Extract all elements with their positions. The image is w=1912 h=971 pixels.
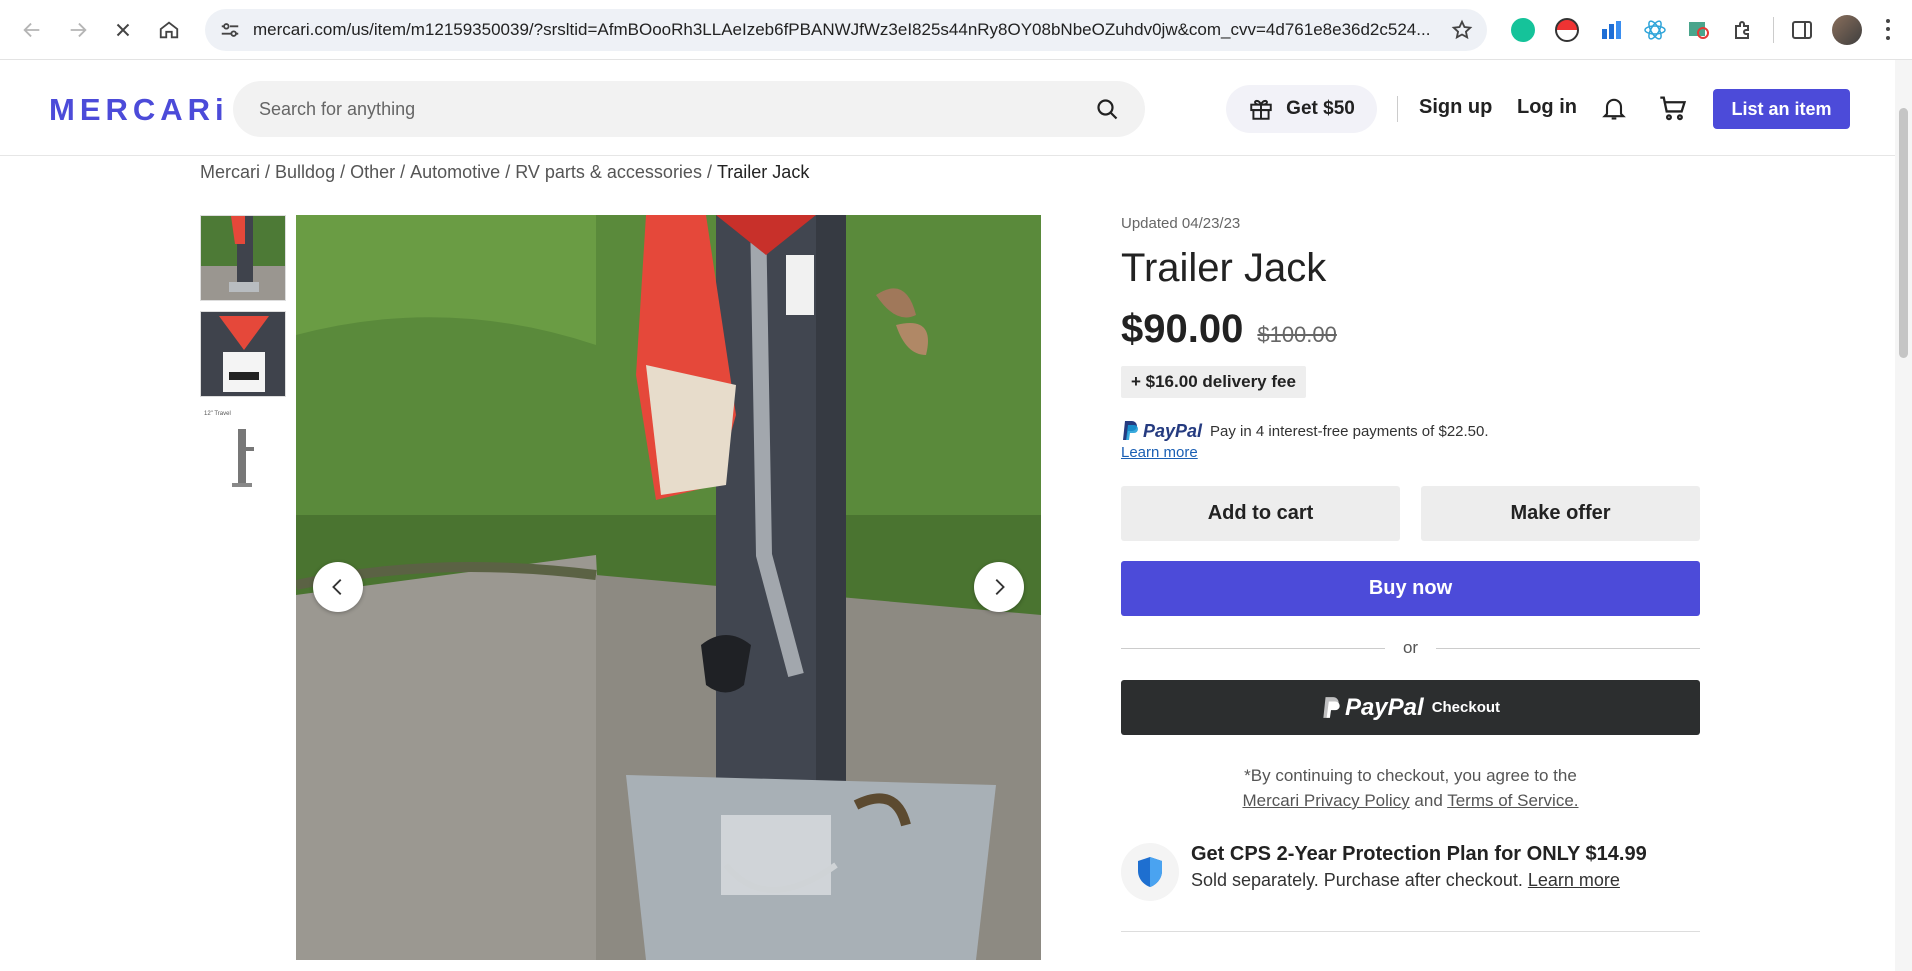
notification-bell-icon[interactable] [1600,94,1628,122]
breadcrumb-item-rv-parts[interactable]: RV parts & accessories [515,162,702,183]
browser-toolbar: mercari.com/us/item/m12159350039/?srslti… [0,0,1912,60]
paypal-brand: PayPal [1143,420,1203,441]
price-row: $90.00 $100.00 [1121,307,1700,352]
home-icon[interactable] [151,12,187,48]
paypal-p-icon [1123,421,1138,440]
delivery-fee-badge: + $16.00 delivery fee [1121,366,1306,398]
divider-line [1436,647,1700,649]
scrollbar-thumb[interactable] [1899,108,1908,358]
breadcrumb-current: Trailer Jack [716,162,810,182]
shopping-cart-icon[interactable] [1658,94,1688,122]
breadcrumb-separator: / [500,162,516,182]
breadcrumb-item-automotive[interactable]: Automotive [410,162,500,183]
breadcrumb-item-other[interactable]: Other [350,162,395,183]
terms-of-service-link[interactable]: Terms of Service. [1447,791,1578,810]
cart-offer-row: Add to cart Make offer [1121,486,1700,541]
privacy-policy-link[interactable]: Mercari Privacy Policy [1242,791,1409,810]
breadcrumb-item-bulldog[interactable]: Bulldog [275,162,335,183]
or-divider: or [1121,638,1700,658]
side-panel-icon[interactable] [1788,16,1816,44]
get-50-button[interactable]: Get $50 [1226,85,1377,133]
profile-avatar[interactable] [1832,14,1862,45]
and-text: and [1414,791,1443,810]
divider-line [1121,647,1385,649]
chevron-left-icon [332,579,342,595]
search-bar[interactable] [233,81,1145,137]
stop-loading-icon[interactable] [106,12,142,48]
sign-up-link[interactable]: Sign up [1419,96,1492,119]
breadcrumb-separator: / [260,162,276,182]
section-divider [1121,931,1700,932]
paypal-learn-more-link[interactable]: Learn more [1121,444,1198,461]
disclaimer-text: *By continuing to checkout, you agree to… [1244,766,1577,785]
thumb-diagram-caption: 12" Travel [204,411,231,417]
breadcrumb-separator: / [701,162,717,182]
product-info-panel: Updated 04/23/23 Trailer Jack $90.00 $10… [1121,215,1700,932]
mercari-logo[interactable]: MERCARi [49,92,229,128]
main-product-image[interactable] [296,215,1041,960]
thumb-bulldog-label[interactable] [200,311,286,397]
forward-arrow-icon[interactable] [60,12,96,48]
protection-plan-text: Sold separately. Purchase after checkout… [1191,870,1523,890]
protection-plan-title: Get CPS 2-Year Protection Plan for ONLY … [1191,843,1647,865]
shield-icon [1121,843,1179,901]
site-settings-icon[interactable] [219,19,241,41]
site-header: MERCARi Get $50 Sign up Log in List an i… [0,60,1895,156]
search-icon[interactable] [1095,97,1119,121]
thumb-product-diagram[interactable]: 12" Travel [200,407,286,493]
list-an-item-button[interactable]: List an item [1713,89,1850,129]
bookmark-star-icon[interactable] [1451,19,1473,41]
paypal-installments: PayPal Pay in 4 interest-free payments o… [1121,420,1700,442]
image-search-extension-icon[interactable] [1685,16,1713,44]
thumb-trailer-jack-photo[interactable] [200,215,286,301]
gift-icon [1250,99,1272,120]
search-input[interactable] [259,98,1095,120]
add-to-cart-button[interactable]: Add to cart [1121,486,1400,541]
buy-now-button[interactable]: Buy now [1121,561,1700,616]
address-bar[interactable]: mercari.com/us/item/m12159350039/?srslti… [205,8,1487,51]
protection-learn-more-link[interactable]: Learn more [1528,870,1620,890]
breadcrumb-item-mercari[interactable]: Mercari [200,162,260,183]
next-image-button[interactable] [974,562,1024,612]
page-scrollbar[interactable] [1895,60,1912,971]
checkout-disclaimer: *By continuing to checkout, you agree to… [1121,763,1700,813]
pokeball-extension-icon[interactable] [1553,16,1581,44]
original-price: $100.00 [1257,322,1337,347]
make-offer-button[interactable]: Make offer [1421,486,1700,541]
paypal-checkout-brand: PayPal [1344,693,1424,721]
breadcrumb: Mercari / Bulldog / Other / Automotive /… [200,162,809,183]
paypal-p-icon [1323,696,1340,718]
react-devtools-extension-icon[interactable] [1641,16,1669,44]
paypal-installments-text: Pay in 4 interest-free payments of $22.5… [1210,422,1489,440]
header-divider [1397,96,1398,122]
or-label: or [1402,638,1419,657]
thumbnail-list: 12" Travel [200,215,286,503]
grammarly-extension-icon[interactable] [1509,16,1537,44]
protection-plan-subtitle: Sold separately. Purchase after checkout… [1191,870,1647,891]
extensions-puzzle-icon[interactable] [1729,16,1757,44]
log-in-link[interactable]: Log in [1517,96,1577,119]
chart-extension-icon[interactable] [1597,16,1625,44]
updated-date: Updated 04/23/23 [1121,215,1241,232]
paypal-logo: PayPal [1121,420,1202,442]
chevron-right-icon [995,579,1005,595]
breadcrumb-separator: / [395,162,411,182]
protection-plan: Get CPS 2-Year Protection Plan for ONLY … [1121,843,1700,901]
back-arrow-icon[interactable] [14,12,50,48]
url-text[interactable]: mercari.com/us/item/m12159350039/?srslti… [253,20,1441,40]
paypal-checkout-label: Checkout [1431,699,1501,716]
browser-menu-icon[interactable] [1878,17,1898,43]
paypal-checkout-button[interactable]: PayPal Checkout [1121,680,1700,735]
get-50-label: Get $50 [1286,98,1355,119]
toolbar-divider [1773,16,1774,43]
previous-image-button[interactable] [313,562,363,612]
breadcrumb-separator: / [335,162,351,182]
current-price: $90.00 [1121,307,1244,351]
product-title: Trailer Jack [1121,246,1327,290]
